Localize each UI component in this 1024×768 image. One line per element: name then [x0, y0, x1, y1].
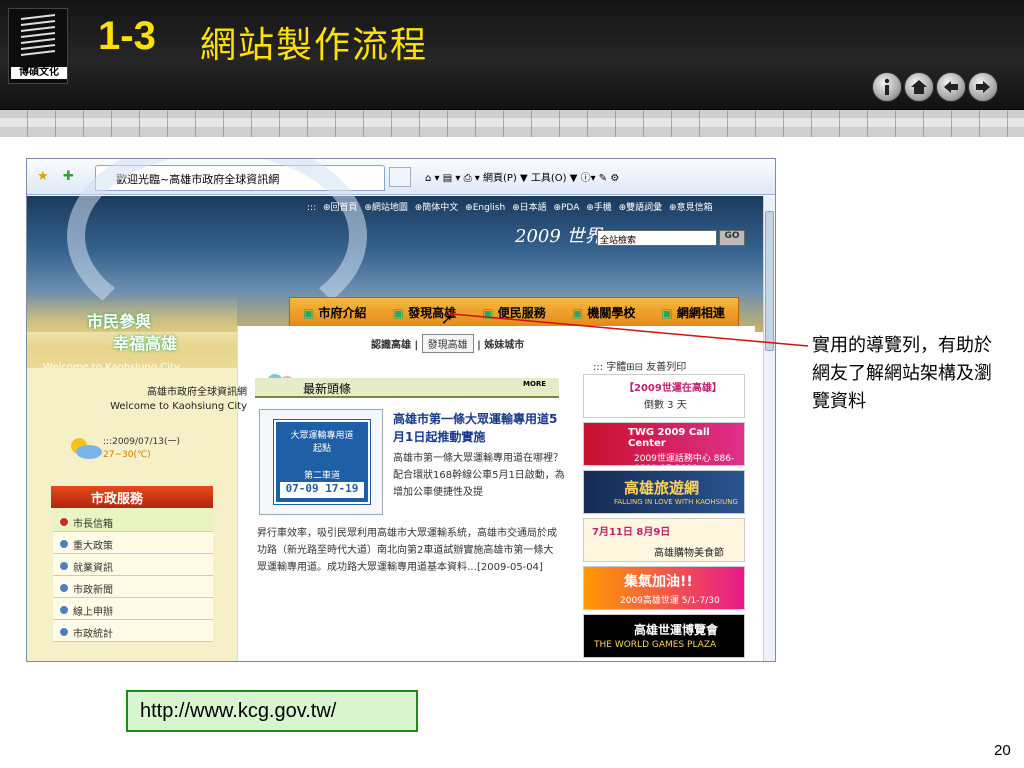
- news-body: 昇行車效率，吸引民眾利用高雄市大眾運輸系統，高雄市交通局於成功路（新光路至時代大…: [257, 528, 557, 573]
- header-rule: [0, 110, 1024, 118]
- nav-item[interactable]: 網網相連: [661, 304, 725, 321]
- tab-close[interactable]: [389, 167, 411, 187]
- news-body: 高雄市第一條大眾運輸專用道在哪裡？配合環狀168幹線公車5月1日啟動，為增加公車…: [393, 453, 565, 498]
- nav-item[interactable]: 便民服務: [482, 304, 546, 321]
- side-item[interactable]: 線上申辦: [53, 598, 213, 620]
- header-rule: [0, 127, 1024, 137]
- browser-tools[interactable]: ⌂ ▾ ▤ ▾ ⎙ ▾ 網頁(P) ▼ 工具(O) ▼ ⓘ▾ ✎ ⚙: [425, 169, 619, 184]
- info-icon[interactable]: [872, 72, 902, 102]
- ad-banner[interactable]: 集氣加油!! 2009高雄世運 5/1-7/30: [583, 566, 745, 610]
- main-nav: 市府介紹 發現高雄 便民服務 機關學校 網網相連: [289, 297, 739, 327]
- side-item[interactable]: 市長信箱: [53, 510, 213, 532]
- ad-sub: FALLING IN LOVE WITH KAOHSIUNG: [614, 498, 738, 506]
- side-header: 市政服務: [51, 486, 213, 508]
- slide-nav: [872, 72, 998, 102]
- search-button[interactable]: GO: [719, 230, 745, 246]
- ad-title: 高雄世運博覽會: [634, 623, 719, 637]
- sub-nav: 認識高雄 | 發現高雄 | 姊妹城市: [371, 334, 524, 353]
- url-box: http://www.kcg.gov.tw/: [126, 690, 418, 732]
- sign-line3: 第二車道: [303, 471, 340, 481]
- news-header: 最新頭條: [255, 378, 559, 398]
- publisher-logo: 博碩文化: [8, 8, 68, 84]
- slogan-line1: 市民參與: [87, 312, 152, 331]
- weather-icon: [71, 438, 102, 459]
- browser-screenshot: ★ ✚ 歡迎光臨~高雄市政府全球資訊網 ⌂ ▾ ▤ ▾ ⎙ ▾ 網頁(P) ▼ …: [26, 158, 776, 662]
- ad-sub: 倒數 3 天: [644, 400, 687, 411]
- divider: |: [414, 340, 422, 351]
- font-print-tools[interactable]: ::: 字體⊞⊟ 友善列印: [593, 358, 686, 373]
- side-menu: 市長信箱 重大政策 就業資訊 市政新聞 線上申辦 市政統計: [53, 510, 213, 642]
- sign-date: 07-09 17-19: [280, 482, 364, 498]
- home-icon[interactable]: ⌂ ▾: [425, 173, 440, 184]
- subnav-item[interactable]: 姊妹城市: [484, 340, 524, 351]
- ad-banner[interactable]: 高雄世運博覽會 THE WORLD GAMES PLAZA: [583, 614, 745, 658]
- subnav-item[interactable]: 認識高雄: [371, 340, 411, 351]
- gov-name-zh: 高雄市政府全球資訊網: [147, 387, 247, 398]
- news-title[interactable]: 高雄市第一條大眾運輸專用道5月1日起推動實施: [393, 410, 563, 446]
- ad-sub: 2009高雄世運 5/1-7/30: [620, 596, 720, 606]
- news-image[interactable]: 大眾運輸專用道 起點 第二車道 07-09 17-19: [259, 409, 383, 515]
- sign-line1: 大眾運輸專用道: [290, 431, 354, 441]
- side-item[interactable]: 重大政策: [53, 532, 213, 554]
- add-favorite-icon[interactable]: ✚: [63, 169, 74, 184]
- feed-icon[interactable]: ▤ ▾: [443, 173, 461, 184]
- toolbar-menus[interactable]: 網頁(P) ▼ 工具(O) ▼: [483, 173, 577, 184]
- side-item[interactable]: 市政新聞: [53, 576, 213, 598]
- ad-banner[interactable]: 7月11日 8月9日高雄購物美食節: [583, 518, 745, 562]
- ad-sub: 2009世運話務中心 886-0800-07-2009: [634, 454, 735, 465]
- slide-number: 1-3: [98, 14, 156, 58]
- date-text: :::2009/07/13(一): [103, 437, 180, 447]
- forward-icon[interactable]: [968, 72, 998, 102]
- nav-item[interactable]: 市府介紹: [303, 304, 367, 321]
- bus-lane-sign: 大眾運輸專用道 起點 第二車道 07-09 17-19: [273, 419, 371, 505]
- temperature-text: 27~30(℃): [103, 450, 151, 460]
- ad-title: 高雄旅遊網: [624, 479, 700, 497]
- ad-banner[interactable]: 【2009世運在高雄】倒數 3 天: [583, 374, 745, 418]
- logo-text: 博碩文化: [11, 67, 67, 79]
- banner-title: 2009 世界: [515, 226, 603, 247]
- logo-icon: [20, 14, 56, 56]
- search-input[interactable]: 全站檢索: [597, 230, 717, 246]
- weather-info: :::2009/07/13(一) 27~30(℃): [103, 436, 180, 462]
- help-icon[interactable]: ⓘ▾ ✎ ⚙: [581, 173, 620, 184]
- slogan-line2: 幸福高雄: [113, 334, 178, 353]
- home-icon[interactable]: [904, 72, 934, 102]
- ad-title: TWG 2009 Call Center: [628, 427, 710, 449]
- ad-sub: THE WORLD GAMES PLAZA: [594, 640, 717, 650]
- nav-item[interactable]: 機關學校: [572, 304, 635, 321]
- scrollbar-thumb[interactable]: [765, 211, 774, 351]
- side-item[interactable]: 就業資訊: [53, 554, 213, 576]
- favorites-star-icon[interactable]: ★: [37, 169, 49, 184]
- right-ads: 【2009世運在高雄】倒數 3 天 TWG 2009 Call Center 20…: [583, 374, 745, 661]
- back-icon[interactable]: [936, 72, 966, 102]
- ad-title: 7月11日 8月9日: [592, 527, 671, 538]
- gov-name-en: Welcome to Kaohsiung City: [110, 401, 247, 412]
- sign-line2: 起點: [312, 444, 331, 454]
- callout-text: 實用的導覽列，有助於網友了解網站架構及瀏覽資料: [812, 335, 992, 412]
- ad-title: 【2009世運在高雄】: [624, 383, 722, 394]
- top-links[interactable]: ::: ⊕回首頁 ⊕網站地圖 ⊕簡体中文 ⊕English ⊕日本語 ⊕PDA …: [307, 200, 713, 213]
- subnav-button[interactable]: 發現高雄: [421, 334, 474, 353]
- slide-header: 博碩文化 1-3 網站製作流程: [0, 0, 1024, 110]
- slide-title: 網站製作流程: [200, 25, 429, 66]
- more-link[interactable]: MORE: [523, 380, 546, 388]
- ad-banner[interactable]: 高雄旅遊網 FALLING IN LOVE WITH KAOHSIUNG: [583, 470, 745, 514]
- ad-sub: 高雄購物美食節: [654, 548, 724, 559]
- ad-banner[interactable]: TWG 2009 Call Center 2009世運話務中心 886-0800-…: [583, 422, 745, 466]
- header-rule: [0, 118, 1024, 127]
- gov-site-name: 高雄市政府全球資訊網 Welcome to Kaohsiung City: [67, 386, 247, 414]
- side-item[interactable]: 市政統計: [53, 620, 213, 642]
- print-icon[interactable]: ⎙ ▾: [464, 173, 480, 184]
- website: ::: ⊕回首頁 ⊕網站地圖 ⊕簡体中文 ⊕English ⊕日本語 ⊕PDA …: [27, 159, 763, 661]
- page-number: 20: [994, 742, 1011, 759]
- ad-title: 集氣加油!!: [624, 574, 693, 590]
